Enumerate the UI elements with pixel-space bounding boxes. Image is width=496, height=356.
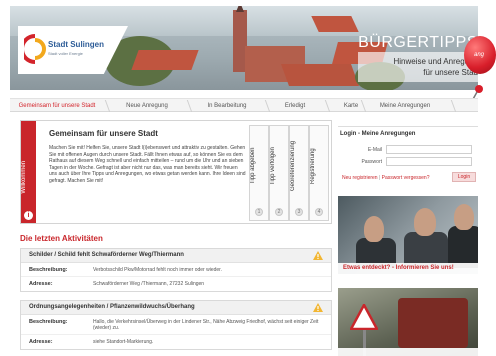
main-navigation: Gemeinsam für unsere Stadt Neue Anregung… — [10, 98, 478, 112]
teaser-caption: Etwas entdeckt? - Informieren Sie uns! — [338, 263, 478, 274]
activity-title[interactable]: Ordnungsangelegenheiten / Pflanzenwildwu… — [29, 304, 195, 310]
info-icon[interactable]: i — [24, 211, 33, 220]
welcome-side-tab[interactable]: Willkommen i — [21, 121, 36, 223]
tab-in-bearbeitung[interactable]: In Bearbeitung — [192, 99, 262, 113]
tab-neue-anregung[interactable]: Neue Anregung — [112, 99, 182, 113]
photo-person-suit — [448, 226, 478, 268]
balloon-text: ang — [474, 52, 485, 58]
tagline-line-1: Hinweise und Anregung — [393, 57, 478, 66]
tab-gemeinsam[interactable]: Gemeinsam für unsere Stadt — [14, 99, 100, 113]
activity-card[interactable]: Ordnungsangelegenheiten / Pflanzenwildwu… — [20, 300, 332, 350]
brand-title: BÜRGERTIPPS — [358, 34, 478, 51]
teaser-discovered[interactable]: Etwas entdeckt? - Informieren Sie uns! — [338, 196, 478, 274]
activity-address: Schwaförderner Weg /Thiermann, 27232 Sul… — [93, 281, 205, 287]
banner-roof — [311, 16, 359, 32]
activity-title[interactable]: Schilder / Schild fehlt Schwaförderner W… — [29, 252, 184, 258]
photo-person — [454, 204, 474, 230]
tab-separator — [99, 100, 111, 112]
teaser-caption-text[interactable]: Etwas entdeckt? - Informieren Sie uns! — [343, 265, 454, 271]
email-label: E-Mail — [367, 147, 382, 153]
register-link[interactable]: Neu registrieren — [342, 175, 378, 181]
welcome-panel: Willkommen i Gemeinsam für unsere Stadt … — [20, 120, 332, 224]
header-banner: Stadt Sulingen Stadt voller Energie BÜRG… — [10, 6, 478, 90]
email-input[interactable] — [386, 145, 472, 154]
road-sign-icon — [350, 304, 378, 330]
tagline-line-2: für unsere Stad — [423, 68, 478, 77]
tab-separator — [181, 100, 193, 112]
teaser-road-sign[interactable] — [338, 288, 478, 356]
link-separator: | — [378, 175, 381, 181]
activity-address-label: Adresse: — [29, 339, 53, 345]
step-number: 4 — [315, 208, 323, 216]
step-tab-tipp-verfolgen[interactable]: Tipp verfolgen 2 — [269, 125, 289, 221]
warning-icon — [313, 251, 323, 260]
activities-heading: Die letzten Aktivitäten — [20, 234, 103, 243]
forgot-password-link[interactable]: Passwort vergessen? — [382, 175, 430, 181]
photo-vehicle — [398, 298, 468, 348]
activity-address-label: Adresse: — [29, 281, 53, 287]
sulingen-logo-icon — [24, 34, 46, 64]
activity-description-row: Beschreibung: Hallo, die Verkehrsinsel/Ü… — [21, 315, 331, 335]
welcome-title: Gemeinsam für unsere Stadt — [49, 129, 158, 138]
logo-subtitle: Stadt voller Energie — [48, 51, 83, 56]
login-links: Neu registrieren | Passwort vergessen? — [342, 175, 429, 181]
activity-description-label: Beschreibung: — [29, 267, 68, 273]
photo-person — [414, 208, 436, 236]
step-label: Registrierung — [310, 148, 316, 184]
step-tab-georeferenzierung[interactable]: Georeferenzierung 3 — [289, 125, 309, 221]
step-label: Georeferenzierung — [290, 140, 296, 192]
password-label: Passwort — [361, 159, 382, 165]
step-number: 1 — [255, 208, 263, 216]
teaser-caption — [338, 348, 478, 356]
password-input[interactable] — [386, 157, 472, 166]
photo-person — [364, 216, 384, 242]
welcome-body: Machen Sie mit! Helfen Sie, unsere Stadt… — [49, 145, 246, 184]
step-label: Tipp abgeben — [250, 147, 256, 185]
step-number: 3 — [295, 208, 303, 216]
login-title: Login - Meine Anregungen — [340, 131, 416, 137]
activity-description: Verbotsschild Pkw/Motorrad fehlt noch im… — [93, 267, 222, 273]
activity-description-label: Beschreibung: — [29, 319, 68, 325]
banner-roof — [131, 50, 199, 70]
activity-description-row: Beschreibung: Verbotsschild Pkw/Motorrad… — [21, 263, 331, 277]
activity-address-row: Adresse: siehe Standort-Markierung. — [21, 335, 331, 349]
activity-card[interactable]: Schilder / Schild fehlt Schwaförderner W… — [20, 248, 332, 292]
banner-roof — [280, 64, 360, 86]
tab-erledigt[interactable]: Erledigt — [270, 99, 320, 113]
activity-header: Schilder / Schild fehlt Schwaförderner W… — [21, 249, 331, 263]
login-box: Login - Meine Anregungen E-Mail Passwort… — [338, 126, 478, 184]
login-button[interactable]: Login — [452, 172, 476, 182]
tab-meine-anregungen[interactable]: Meine Anregungen — [362, 99, 448, 113]
welcome-side-label: Willkommen — [21, 161, 27, 194]
step-label: Tipp verfolgen — [270, 147, 276, 185]
activity-address-row: Adresse: Schwaförderner Weg /Thiermann, … — [21, 277, 331, 291]
step-number: 2 — [275, 208, 283, 216]
step-tab-tipp-abgeben[interactable]: Tipp abgeben 1 — [249, 125, 269, 221]
tagline: Hinweise und Anregung für unsere Stad — [368, 56, 478, 78]
step-tab-registrierung[interactable]: Registrierung 4 — [309, 125, 329, 221]
activity-header: Ordnungsangelegenheiten / Pflanzenwildwu… — [21, 301, 331, 315]
activity-description: Hallo, die Verkehrsinsel/Überweg in der … — [93, 319, 319, 331]
activity-address: siehe Standort-Markierung. — [93, 339, 154, 345]
balloon-badge: ang — [464, 36, 496, 74]
warning-icon — [313, 303, 323, 312]
logo-text: Stadt Sulingen — [48, 40, 104, 49]
